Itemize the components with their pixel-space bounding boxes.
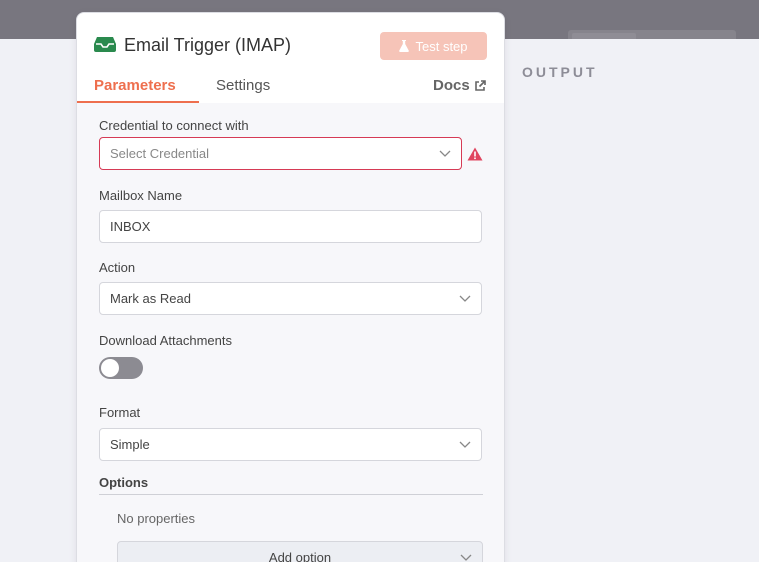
- add-option-label: Add option: [268, 550, 332, 562]
- node-title: Email Trigger (IMAP): [124, 35, 292, 55]
- tab-parameters[interactable]: Parameters: [94, 77, 176, 94]
- tab-settings[interactable]: Settings: [216, 77, 270, 94]
- output-label: OUTPUT: [522, 64, 598, 80]
- attachments-label: Download Attachments: [99, 333, 232, 348]
- chevron-down-icon: [459, 295, 471, 302]
- options-label: Options: [99, 475, 149, 490]
- format-label: Format: [99, 405, 141, 420]
- test-step-button[interactable]: Test step: [380, 32, 487, 60]
- panel-header: Email Trigger (IMAP) Test step Parameter…: [77, 13, 504, 103]
- warning-icon: [467, 147, 483, 161]
- mailbox-label: Mailbox Name: [99, 188, 183, 203]
- parameters-form: Credential to connect with Select Creden…: [77, 103, 504, 562]
- top-tab[interactable]: [572, 33, 636, 39]
- chevron-down-icon: [459, 441, 471, 448]
- add-option-button[interactable]: Add option: [117, 541, 483, 562]
- chevron-down-icon: [439, 150, 451, 157]
- node-parameters-panel: Email Trigger (IMAP) Test step Parameter…: [76, 12, 505, 562]
- flask-icon: [399, 40, 410, 52]
- docs-link[interactable]: Docs: [433, 77, 486, 94]
- toggle-knob: [101, 359, 119, 377]
- credential-select[interactable]: Select Credential: [99, 137, 462, 170]
- docs-label: Docs: [433, 77, 470, 94]
- credential-label: Credential to connect with: [99, 118, 249, 133]
- test-step-label: Test step: [415, 38, 468, 54]
- top-tab-group: [568, 30, 736, 39]
- inbox-icon: [94, 37, 116, 52]
- action-select[interactable]: Mark as Read: [99, 282, 482, 315]
- action-label: Action: [99, 260, 136, 275]
- external-link-icon: [474, 79, 486, 91]
- format-select[interactable]: Simple: [99, 428, 482, 461]
- download-attachments-toggle[interactable]: [99, 357, 143, 379]
- options-divider: [99, 494, 483, 495]
- format-value: Simple: [110, 437, 150, 452]
- mailbox-input[interactable]: INBOX: [99, 210, 482, 243]
- no-properties-text: No properties: [117, 511, 196, 526]
- action-value: Mark as Read: [110, 291, 191, 306]
- credential-placeholder: Select Credential: [110, 146, 209, 161]
- chevron-down-icon: [460, 554, 472, 561]
